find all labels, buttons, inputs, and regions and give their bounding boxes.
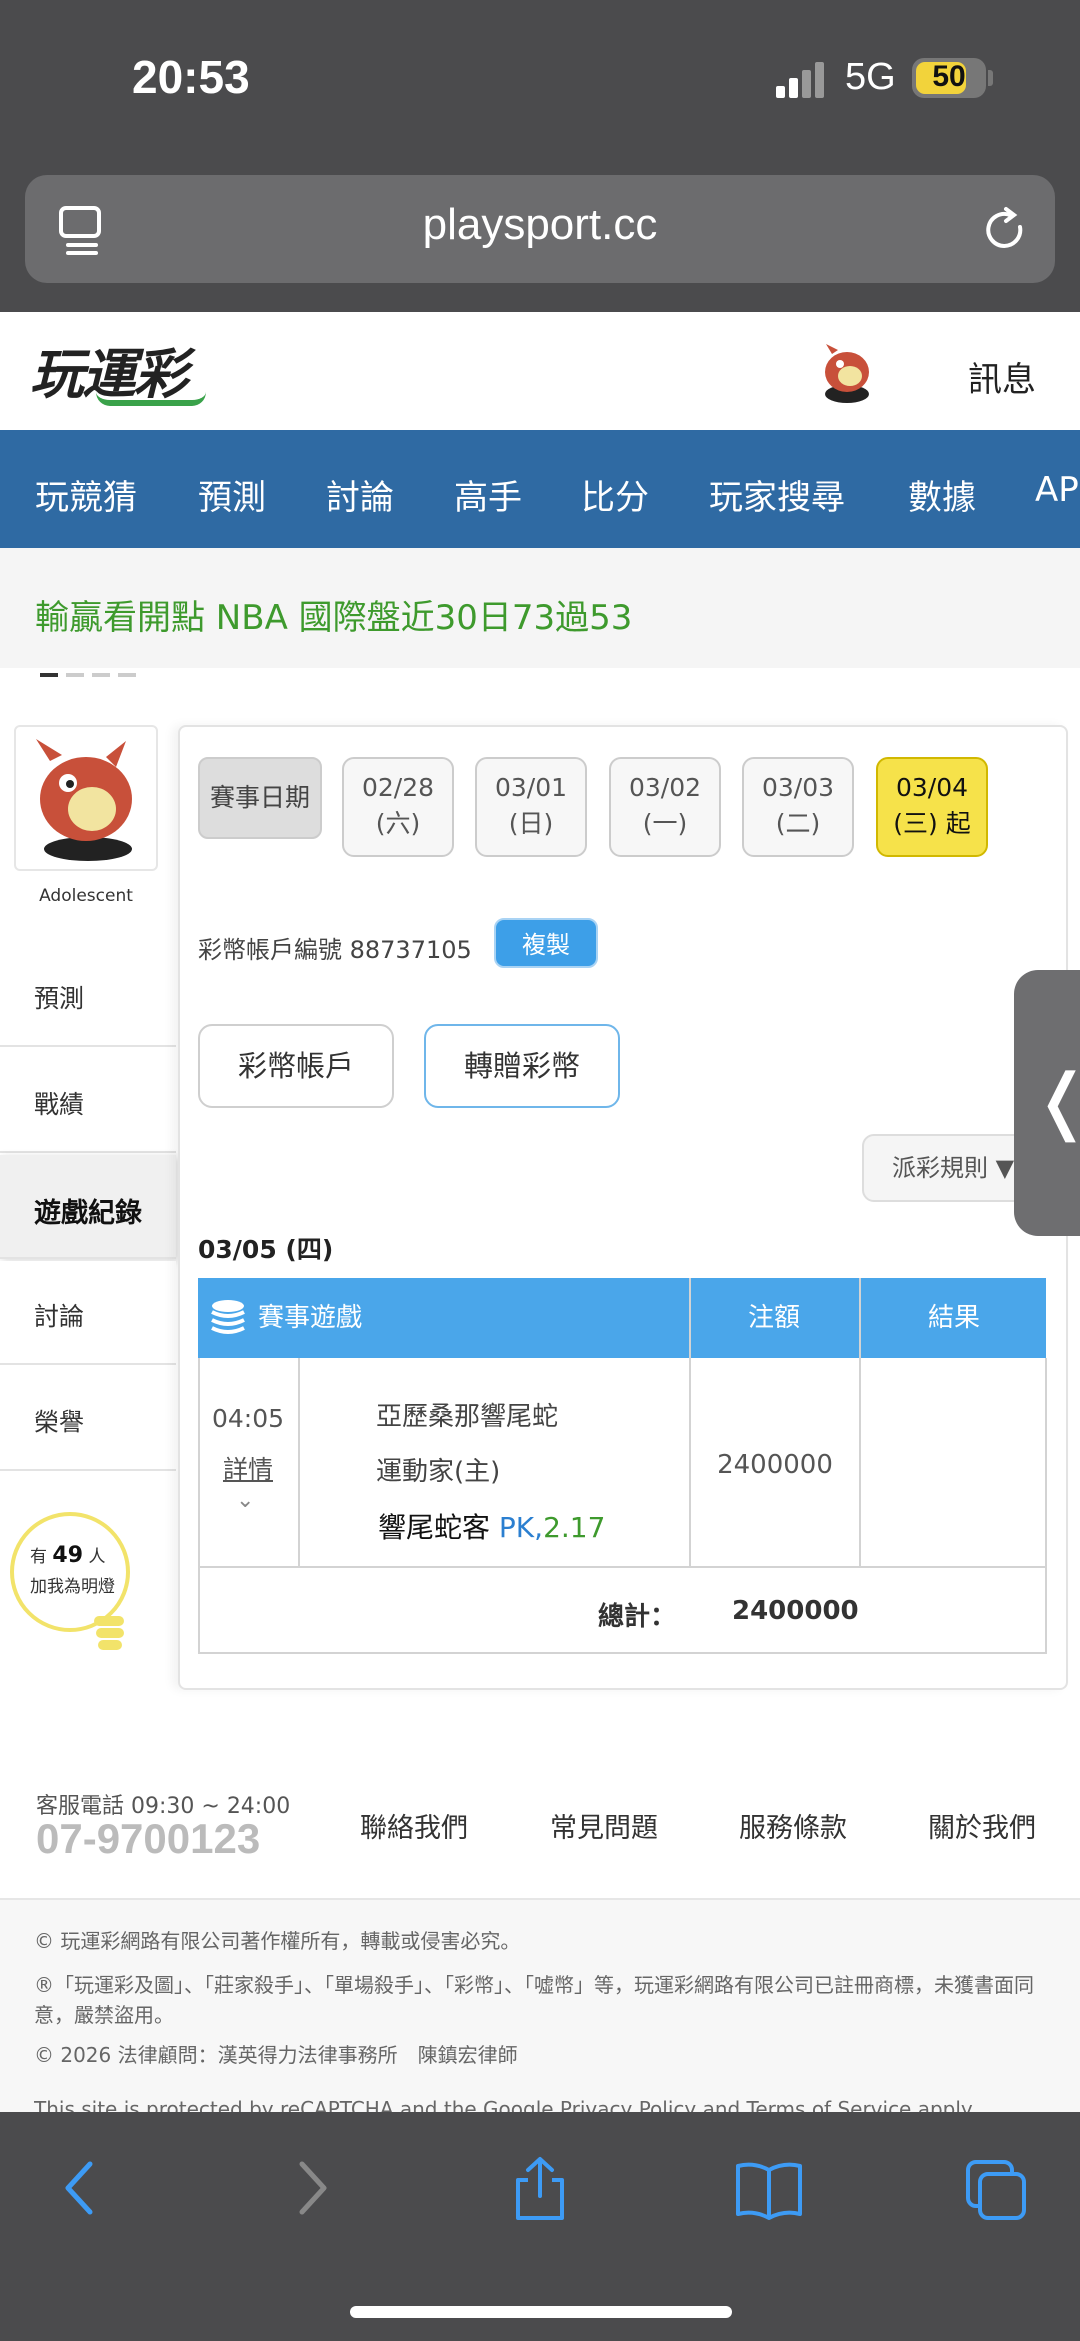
table-divider [198, 1566, 1047, 1568]
total-label: 總計： [598, 1602, 677, 1632]
back-icon[interactable] [60, 2156, 100, 2220]
copyright-text: © 玩運彩網路有限公司著作權所有，轉載或侵害必究。 [34, 1929, 521, 1953]
sidebar-item-record[interactable]: 戰績 [0, 1049, 176, 1153]
transfer-coin-button[interactable]: 轉贈彩幣 [424, 1024, 620, 1108]
page-menu-icon[interactable] [58, 205, 104, 255]
url-text[interactable]: playsport.cc [0, 200, 1080, 250]
network-type: 5G [845, 56, 896, 98]
table-divider [298, 1358, 300, 1568]
date-button-selected[interactable]: 03/04 (三) 起 [876, 757, 988, 857]
banner-text[interactable]: 輸贏看開點 NBA 國際盤近30日73過53 [35, 590, 632, 639]
lamp-label[interactable]: 加我為明燈 [30, 1572, 115, 1597]
game-time: 04:05 [211, 1404, 285, 1433]
footer-link-about[interactable]: 關於我們 [928, 1806, 1036, 1845]
chevron-down-icon[interactable]: ⌄ [236, 1488, 254, 1513]
reload-icon[interactable] [980, 205, 1030, 255]
pick-line: 響尾蛇客 PK,2.17 [378, 1506, 605, 1546]
tabs-icon[interactable] [964, 2158, 1030, 2222]
user-avatar-icon[interactable] [812, 336, 882, 406]
sidebar-item-label: 遊戲紀錄 [34, 1198, 142, 1229]
date-button[interactable]: 03/02 (一) [609, 757, 721, 857]
sidebar-item-label: 榮譽 [34, 1408, 85, 1437]
coins-icon [211, 1300, 245, 1334]
side-panel-toggle[interactable]: ❬ [1014, 970, 1080, 1236]
forward-icon[interactable] [292, 2156, 332, 2220]
footer-link-contact[interactable]: 聯絡我們 [360, 1806, 468, 1845]
total-value: 2400000 [732, 1596, 859, 1626]
coin-account-button[interactable]: 彩幣帳戶 [198, 1024, 394, 1108]
battery-tip [988, 70, 993, 86]
profile-avatar-icon [36, 739, 132, 861]
column-header-result: 結果 [928, 1303, 981, 1333]
profile-username: Adolescent [39, 886, 133, 906]
lamp-count: 有 49 人 [30, 1543, 106, 1568]
sidebar-item-label: 討論 [34, 1302, 85, 1331]
column-header-game: 賽事遊戲 [258, 1303, 363, 1333]
table-divider [859, 1278, 861, 1568]
stake-amount: 2400000 [717, 1450, 833, 1480]
day-title: 03/05 (四) [198, 1235, 334, 1264]
recaptcha-text: This site is protected by reCAPTCHA and … [34, 2097, 977, 2112]
table-divider [198, 1358, 200, 1654]
battery-level: 50 [932, 60, 966, 93]
date-button[interactable]: 03/01 (日) [475, 757, 587, 857]
share-icon[interactable] [510, 2156, 570, 2222]
sidebar-item-honor[interactable]: 榮譽 [0, 1367, 176, 1471]
game-log-panel [178, 725, 1068, 1690]
footer-link-terms[interactable]: 服務條款 [739, 1806, 847, 1845]
nav-item-player-search[interactable]: 玩家搜尋 [709, 470, 845, 519]
table-divider [1045, 1358, 1047, 1654]
nav-item-scores[interactable]: 比分 [581, 470, 649, 519]
detail-link[interactable]: 詳情 [198, 1450, 298, 1486]
sidebar-item-predict[interactable]: 預測 [0, 943, 176, 1047]
logo-swoosh [96, 392, 206, 406]
signal-icon [776, 62, 828, 98]
payout-rules-dropdown[interactable]: 派彩規則 ▼ [862, 1134, 1032, 1202]
banner-pagination [40, 662, 144, 681]
nav-item-predict[interactable]: 預測 [198, 470, 266, 519]
date-button[interactable]: 02/28 (六) [342, 757, 454, 857]
messages-link[interactable]: 訊息 [968, 352, 1036, 401]
pick-team: 響尾蛇客 [378, 1511, 491, 1544]
pick-type: PK, [498, 1511, 544, 1544]
trademark-text: ®「玩運彩及圖」、「莊家殺手」、「單場殺手」、「彩幣」、「噓幣」等，玩運彩網路有… [34, 1973, 1034, 2027]
date-filter-label: 賽事日期 [198, 757, 322, 839]
nav-item-data[interactable]: 數據 [908, 470, 976, 519]
legal-counsel-text: © 2026 法律顧問：漢英得力法律事務所 陳鎮宏律師 [34, 2043, 518, 2067]
nav-item-guess[interactable]: 玩競猜 [35, 470, 137, 519]
date-button[interactable]: 03/03 (二) [742, 757, 854, 857]
column-header-stake: 注額 [748, 1303, 801, 1333]
table-divider [689, 1278, 691, 1568]
nav-item-app[interactable]: AP [1035, 470, 1079, 510]
sidebar-item-label: 戰績 [34, 1090, 85, 1119]
team-home: 運動家(主) [376, 1457, 501, 1487]
nav-item-discuss[interactable]: 討論 [326, 470, 394, 519]
sidebar-item-game-log[interactable]: 遊戲紀錄 [0, 1155, 176, 1259]
home-indicator[interactable] [350, 2306, 732, 2318]
status-time: 20:53 [132, 51, 250, 103]
main-nav: 玩競猜 預測 討論 高手 比分 玩家搜尋 數據 AP [0, 430, 1080, 548]
copy-button[interactable]: 複製 [494, 918, 598, 968]
nav-item-experts[interactable]: 高手 [454, 470, 522, 519]
chevron-left-icon: ❬ [1032, 1058, 1080, 1142]
support-phone[interactable]: 07-9700123 [36, 1815, 260, 1863]
sidebar-item-label: 預測 [34, 984, 85, 1013]
sidebar-item-discuss[interactable]: 討論 [0, 1261, 176, 1365]
bookmarks-icon[interactable] [734, 2160, 804, 2220]
table-header: 賽事遊戲 注額 結果 [198, 1278, 1046, 1358]
pick-odds: 2.17 [543, 1511, 606, 1544]
table-divider [198, 1652, 1047, 1654]
account-number: 彩幣帳戶編號 88737105 [198, 936, 472, 964]
profile-avatar[interactable] [14, 725, 158, 871]
lamp-base-icon [94, 1616, 124, 1650]
footer-link-faq[interactable]: 常見問題 [550, 1806, 658, 1845]
team-away: 亞歷桑那響尾蛇 [376, 1402, 559, 1432]
battery-icon: 50 [912, 58, 986, 98]
